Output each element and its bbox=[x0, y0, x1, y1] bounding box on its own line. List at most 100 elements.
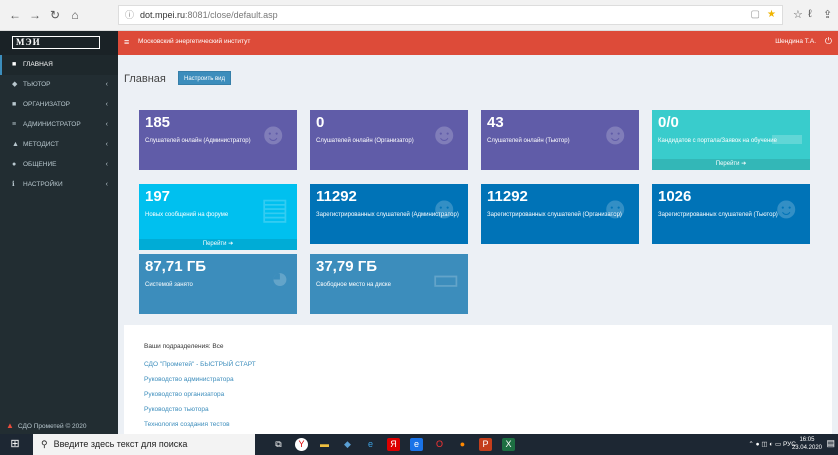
info-panel: Ваши подразделения: Все СДО "Прометей" -… bbox=[124, 325, 832, 434]
users-icon: ☻ bbox=[599, 192, 631, 225]
yandex-icon[interactable]: Я bbox=[387, 438, 400, 451]
stat-label: Зарегистрированных слушателей (Организат… bbox=[487, 212, 622, 218]
favorites-icon[interactable]: ☆ bbox=[793, 8, 803, 21]
mpei-logo[interactable]: МЭИ bbox=[12, 36, 100, 49]
clock-time: 16:05 bbox=[799, 437, 815, 443]
sidebar-item-icon: ≡ bbox=[12, 121, 17, 128]
address-bar[interactable]: ⓘ dot.mpei.ru:8081/close/default.asp ▢ ★ bbox=[118, 5, 783, 25]
forward-icon[interactable]: → bbox=[28, 8, 42, 22]
users-icon: ☻ bbox=[428, 192, 460, 225]
home-icon[interactable]: ⌂ bbox=[68, 8, 82, 22]
stat-value: 0/0 bbox=[658, 114, 679, 131]
clock[interactable]: 16:05 23.04.2020 bbox=[792, 436, 822, 452]
stat-box-6: ☻ 11292 Зарегистрированных слушателей (Орг… bbox=[481, 184, 639, 244]
task-view-icon[interactable]: ⧉ bbox=[272, 438, 285, 451]
excel-icon[interactable]: X bbox=[502, 438, 515, 451]
document-icon: ▤ bbox=[260, 193, 289, 226]
stat-value: 37,79 ГБ bbox=[316, 258, 377, 275]
sidebar-item-label: АДМИНИСТРАТОР bbox=[23, 121, 81, 128]
stat-label: Зарегистрированных слушателей (Тьютор) bbox=[658, 212, 778, 218]
stat-label: Кандидатов с портала/Заявок на обучение bbox=[658, 138, 777, 144]
info-icon: ⓘ bbox=[125, 10, 135, 20]
stat-box-7: ☻ 1026 Зарегистрированных слушателей (Тьют… bbox=[652, 184, 810, 244]
guide-link[interactable]: СДО "Прометей" - БЫСТРЫЙ СТАРТ bbox=[144, 361, 256, 368]
stat-value: 43 bbox=[487, 114, 504, 131]
chevron-left-icon: ‹ bbox=[105, 181, 108, 188]
sidebar-item-label: ТЬЮТОР bbox=[23, 81, 51, 88]
guide-link[interactable]: Руководство администратора bbox=[144, 376, 234, 383]
url-host: dot.mpei.ru bbox=[140, 10, 186, 20]
organization-name: Московский энергетический институт bbox=[138, 38, 251, 45]
page-title: Главная bbox=[124, 73, 166, 85]
chevron-left-icon: ‹ bbox=[105, 121, 108, 128]
stat-box-9: ▭ 37,79 ГБ Свободное место на диске bbox=[310, 254, 468, 314]
stat-label: Слушателей онлайн (Администратор) bbox=[145, 138, 251, 144]
users-icon: ☻ bbox=[770, 192, 802, 225]
clock-date: 23.04.2020 bbox=[791, 445, 822, 451]
sidebar-item-2[interactable]: ■ ОРГАНИЗАТОР ‹ bbox=[0, 95, 118, 115]
sidebar-item-label: НАСТРОЙКИ bbox=[23, 181, 63, 188]
stat-label: Слушателей онлайн (Тьютор) bbox=[487, 138, 570, 144]
chevron-left-icon: ‹ bbox=[105, 161, 108, 168]
menu-toggle-icon[interactable]: ≡ bbox=[124, 37, 129, 47]
edge-icon[interactable]: e bbox=[364, 438, 377, 451]
top-navbar: ≡ Московский энергетический институт Шен… bbox=[118, 31, 838, 55]
reload-icon[interactable]: ↻ bbox=[48, 8, 62, 22]
guide-link[interactable]: Руководство тьютора bbox=[144, 406, 209, 413]
reddit-icon: ☻ bbox=[257, 118, 289, 151]
stat-value: 0 bbox=[316, 114, 325, 131]
sidebar-item-4[interactable]: ▲ МЕТОДИСТ ‹ bbox=[0, 135, 118, 155]
reddit-icon: ☻ bbox=[428, 118, 460, 151]
firefox-icon[interactable]: ● bbox=[456, 438, 469, 451]
configure-view-button[interactable]: Настроить вид bbox=[178, 71, 232, 85]
file-explorer-icon[interactable]: ▬ bbox=[318, 438, 331, 451]
taskbar-search[interactable]: ⚲ Введите здесь текст для поиска bbox=[33, 434, 255, 455]
user-name[interactable]: Шендина Т.А. bbox=[775, 38, 816, 45]
system-tray[interactable]: ⌃ ● ◫ ◐ ▭ РУС bbox=[748, 440, 796, 448]
opera-icon[interactable]: O bbox=[433, 438, 446, 451]
copyright-text: СДО Прометей © 2020 bbox=[17, 423, 87, 430]
sidebar-item-1[interactable]: ◆ ТЬЮТОР ‹ bbox=[0, 75, 118, 95]
subdivisions-text: Ваши подразделения: Все bbox=[144, 343, 224, 350]
go-link[interactable]: Перейти ➔ bbox=[139, 239, 297, 250]
windows-start-icon[interactable]: ⊞ bbox=[0, 434, 30, 455]
sidebar-item-0[interactable]: ■ ГЛАВНАЯ bbox=[0, 55, 118, 75]
sidebar-menu: ■ ГЛАВНАЯ ◆ ТЬЮТОР ‹ ■ ОРГАНИЗАТОР ‹ ≡ АДМИНИСТРА… bbox=[0, 55, 118, 195]
chevron-left-icon: ‹ bbox=[105, 141, 108, 148]
ie-icon[interactable]: e bbox=[410, 438, 423, 451]
guide-link[interactable]: Руководство организатора bbox=[144, 391, 224, 398]
logo-area: МЭИ bbox=[0, 31, 118, 55]
share-icon[interactable]: ⇪ bbox=[823, 8, 832, 21]
sidebar-item-icon: ● bbox=[12, 161, 17, 168]
stat-label: Новых сообщений на форуме bbox=[145, 212, 229, 218]
arrow-circle-right-icon: ➔ bbox=[739, 161, 747, 167]
guide-link[interactable]: Технология создания тестов bbox=[144, 421, 230, 428]
back-icon[interactable]: ← bbox=[8, 8, 22, 22]
reddit-icon: ☻ bbox=[599, 118, 631, 151]
sidebar-item-5[interactable]: ● ОБЩЕНИЕ ‹ bbox=[0, 155, 118, 175]
toolbox-icon: ▬ bbox=[772, 118, 802, 151]
sidebar-item-6[interactable]: ℹ НАСТРОЙКИ ‹ bbox=[0, 175, 118, 195]
stat-box-8: ◕ 87,71 ГБ Системой занято bbox=[139, 254, 297, 314]
chevron-left-icon: ‹ bbox=[105, 101, 108, 108]
pie-chart-icon: ◕ bbox=[270, 262, 289, 295]
notifications-icon[interactable]: ▤ bbox=[826, 438, 835, 449]
store-icon[interactable]: ◆ bbox=[341, 438, 354, 451]
favorite-star-icon[interactable]: ★ bbox=[767, 6, 776, 24]
sidebar-item-3[interactable]: ≡ АДМИНИСТРАТОР ‹ bbox=[0, 115, 118, 135]
stat-value: 185 bbox=[145, 114, 171, 131]
stat-box-4: ▤ 197 Новых сообщений на форуме Перейти ➔ bbox=[139, 184, 297, 250]
powerpoint-icon[interactable]: P bbox=[479, 438, 492, 451]
yandex-browser-icon[interactable]: Y bbox=[295, 438, 308, 451]
stat-label: Системой занято bbox=[145, 282, 193, 288]
pen-icon[interactable]: ℓ bbox=[808, 8, 812, 20]
power-icon[interactable]: ⏻ bbox=[825, 36, 832, 47]
stat-value: 197 bbox=[145, 188, 171, 205]
go-link[interactable]: Перейти ➔ bbox=[652, 159, 810, 170]
reading-view-icon[interactable]: ▢ bbox=[751, 6, 760, 24]
browser-toolbar: ← → ↻ ⌂ ⓘ dot.mpei.ru:8081/close/default.… bbox=[0, 0, 838, 31]
stat-value: 87,71 ГБ bbox=[145, 258, 206, 275]
sidebar-item-label: ГЛАВНАЯ bbox=[23, 61, 53, 68]
stat-value: 1026 bbox=[658, 188, 692, 205]
sidebar-item-label: МЕТОДИСТ bbox=[23, 141, 59, 148]
